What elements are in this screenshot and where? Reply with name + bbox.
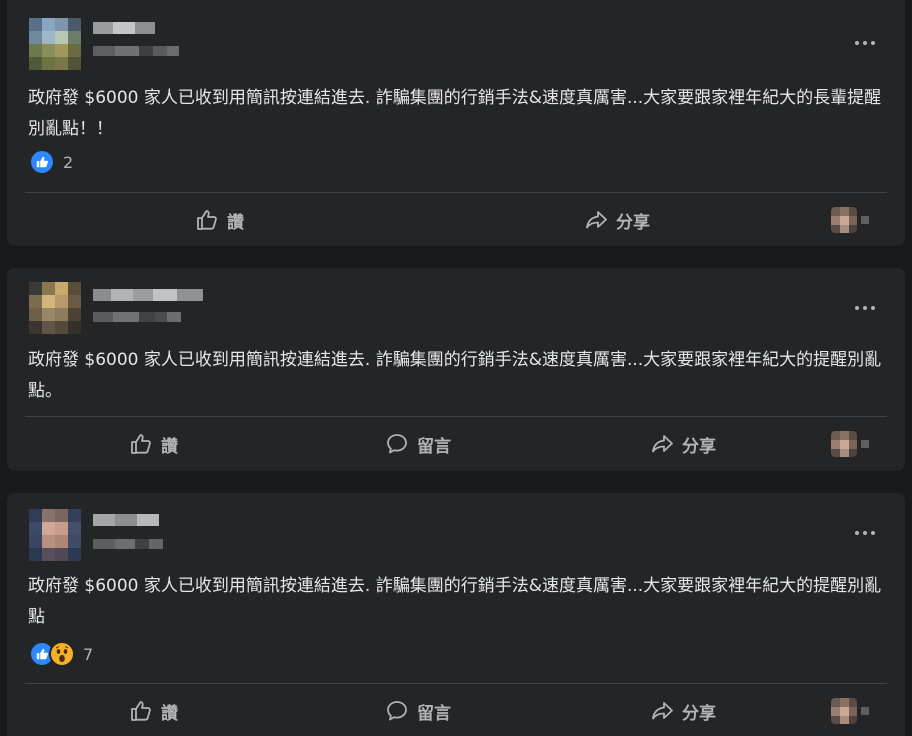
reactions-summary[interactable]: 7 <box>29 641 94 667</box>
like-label: 讚 <box>161 703 178 724</box>
profile-selector[interactable] <box>831 207 875 233</box>
like-reaction-icon <box>29 149 55 175</box>
author-name[interactable] <box>93 514 159 526</box>
like-button[interactable]: 讚 <box>129 695 178 727</box>
profile-selector[interactable] <box>831 431 875 457</box>
comment-bubble-icon <box>387 434 407 454</box>
thumbs-up-icon <box>131 701 151 721</box>
current-user-avatar <box>831 431 857 457</box>
share-button[interactable]: 分享 <box>650 428 716 460</box>
reactions-summary[interactable]: 2 <box>29 149 74 175</box>
share-arrow-icon <box>652 435 673 453</box>
profile-selector[interactable] <box>831 698 875 724</box>
comment-bubble-icon <box>387 701 407 721</box>
share-label: 分享 <box>682 436 716 457</box>
reaction-count: 2 <box>63 152 74 172</box>
post-card: 政府發 $6000 家人已收到用簡訊按連結進去. 詐騙集團的行銷手法&速度真厲害… <box>7 268 905 471</box>
share-button[interactable]: 分享 <box>584 204 650 236</box>
divider <box>25 683 887 684</box>
comment-button[interactable]: 留言 <box>385 428 451 460</box>
like-button[interactable]: 讚 <box>129 428 178 460</box>
comment-button[interactable]: 留言 <box>385 695 451 727</box>
chevron-down-icon <box>861 216 869 224</box>
current-user-avatar <box>831 207 857 233</box>
more-options-icon[interactable] <box>855 299 877 317</box>
post-text: 政府發 $6000 家人已收到用簡訊按連結進去. 詐騙集團的行銷手法&速度真厲害… <box>28 350 882 401</box>
like-label: 讚 <box>227 212 244 233</box>
share-label: 分享 <box>616 212 650 233</box>
chevron-down-icon <box>861 707 869 715</box>
current-user-avatar <box>831 698 857 724</box>
comment-label: 留言 <box>417 436 451 457</box>
post-card: 政府發 $6000 家人已收到用簡訊按連結進去. 詐騙集團的行銷手法&速度真厲害… <box>7 0 905 246</box>
author-name[interactable] <box>93 22 155 34</box>
more-options-icon[interactable] <box>855 34 877 52</box>
post-timestamp[interactable] <box>93 312 181 322</box>
author-avatar[interactable] <box>29 282 81 334</box>
comment-label: 留言 <box>417 703 451 724</box>
thumbs-up-icon <box>197 210 217 230</box>
share-arrow-icon <box>652 702 673 720</box>
share-button[interactable]: 分享 <box>650 695 716 727</box>
like-button[interactable]: 讚 <box>195 204 244 236</box>
author-avatar[interactable] <box>29 18 81 70</box>
divider <box>25 416 887 417</box>
share-arrow-icon <box>586 211 607 229</box>
author-avatar[interactable] <box>29 509 81 561</box>
post-card: 政府發 $6000 家人已收到用簡訊按連結進去. 詐騙集團的行銷手法&速度真厲害… <box>7 493 905 736</box>
wow-reaction-icon <box>49 641 75 667</box>
divider <box>25 192 887 193</box>
share-label: 分享 <box>682 703 716 724</box>
author-name[interactable] <box>93 289 203 301</box>
like-label: 讚 <box>161 436 178 457</box>
more-options-icon[interactable] <box>855 524 877 542</box>
reaction-count: 7 <box>83 644 94 664</box>
chevron-down-icon <box>861 440 869 448</box>
post-text: 政府發 $6000 家人已收到用簡訊按連結進去. 詐騙集團的行銷手法&速度真厲害… <box>28 88 882 139</box>
post-timestamp[interactable] <box>93 539 163 549</box>
post-text: 政府發 $6000 家人已收到用簡訊按連結進去. 詐騙集團的行銷手法&速度真厲害… <box>28 576 882 627</box>
thumbs-up-icon <box>131 434 151 454</box>
post-timestamp[interactable] <box>93 46 179 56</box>
